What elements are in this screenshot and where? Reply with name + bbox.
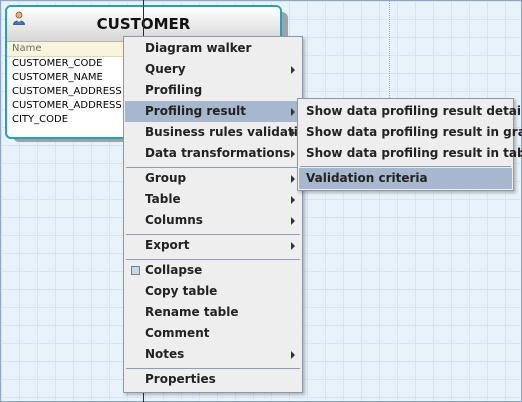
submenu-item-profiling-graph[interactable]: Show data profiling result in graph bbox=[299, 122, 522, 143]
submenu-item-label: Show data profiling result in table bbox=[306, 146, 522, 160]
submenu-item-label: Show data profiling result in graph bbox=[306, 125, 522, 139]
submenu-arrow-icon bbox=[291, 175, 295, 183]
menu-item-notes[interactable]: Notes bbox=[125, 344, 301, 365]
submenu-item-label: Validation criteria bbox=[306, 171, 428, 185]
submenu-arrow-icon bbox=[291, 129, 295, 137]
menu-item-comment[interactable]: Comment bbox=[125, 323, 301, 344]
submenu-item-profiling-table[interactable]: Show data profiling result in table bbox=[299, 143, 522, 164]
submenu-item-validation-criteria[interactable]: Validation criteria bbox=[299, 168, 512, 189]
submenu-arrow-icon bbox=[291, 196, 295, 204]
menu-item-data-transformations[interactable]: Data transformations bbox=[125, 143, 301, 164]
menu-item-properties[interactable]: Properties bbox=[125, 369, 301, 390]
menu-item-diagram-walker[interactable]: Diagram walker bbox=[125, 38, 301, 59]
menu-item-group[interactable]: Group bbox=[125, 168, 301, 189]
submenu-arrow-icon bbox=[291, 351, 295, 359]
submenu-arrow-icon bbox=[291, 217, 295, 225]
menu-item-label: Properties bbox=[145, 372, 216, 386]
submenu-item-label: Show data profiling result details bbox=[306, 104, 522, 118]
submenu-item-profiling-details[interactable]: Show data profiling result details bbox=[299, 101, 522, 122]
menu-item-query[interactable]: Query bbox=[125, 59, 301, 80]
menu-item-label: Rename table bbox=[145, 305, 239, 319]
menu-item-label: Business rules validation bbox=[145, 125, 315, 139]
submenu-arrow-icon bbox=[291, 150, 295, 158]
menu-item-label: Export bbox=[145, 238, 190, 252]
submenu-arrow-icon bbox=[291, 108, 295, 116]
submenu-arrow-icon bbox=[291, 66, 295, 74]
menu-item-label: Notes bbox=[145, 347, 185, 361]
menu-item-label: Query bbox=[145, 62, 186, 76]
menu-item-profiling[interactable]: Profiling bbox=[125, 80, 301, 101]
menu-item-label: Profiling result bbox=[145, 104, 246, 118]
guide-line bbox=[389, 0, 390, 100]
menu-item-label: Data transformations bbox=[145, 146, 291, 160]
user-icon bbox=[13, 11, 25, 25]
menu-item-export[interactable]: Export bbox=[125, 235, 301, 256]
menu-item-collapse[interactable]: Collapse bbox=[125, 260, 301, 281]
menu-item-label: Collapse bbox=[145, 263, 203, 277]
checkbox-icon bbox=[131, 266, 140, 275]
menu-item-columns[interactable]: Columns bbox=[125, 210, 301, 231]
menu-item-table[interactable]: Table bbox=[125, 189, 301, 210]
menu-item-label: Profiling bbox=[145, 83, 203, 97]
menu-item-rename-table[interactable]: Rename table bbox=[125, 302, 301, 323]
submenu-arrow-icon bbox=[291, 242, 295, 250]
menu-item-profiling-result[interactable]: Profiling result bbox=[125, 101, 301, 122]
menu-item-label: Columns bbox=[145, 213, 203, 227]
menu-item-label: Group bbox=[145, 171, 187, 185]
menu-item-label: Comment bbox=[145, 326, 210, 340]
menu-item-label: Copy table bbox=[145, 284, 218, 298]
menu-item-label: Table bbox=[145, 192, 181, 206]
profiling-result-submenu: Show data profiling result details Show … bbox=[297, 98, 522, 191]
context-menu: Diagram walker Query Profiling Profiling… bbox=[123, 36, 315, 393]
menu-separator bbox=[300, 166, 511, 167]
menu-item-business-rules-validation[interactable]: Business rules validation bbox=[125, 122, 315, 143]
menu-item-copy-table[interactable]: Copy table bbox=[125, 281, 301, 302]
menu-item-label: Diagram walker bbox=[145, 41, 252, 55]
